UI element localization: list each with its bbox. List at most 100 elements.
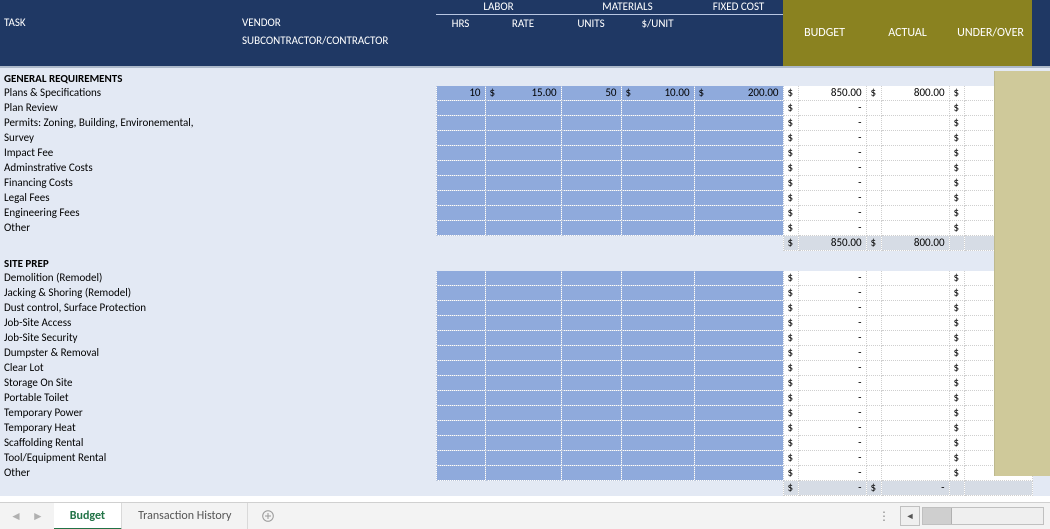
vendor-cell[interactable] bbox=[238, 436, 436, 451]
task-cell[interactable]: Storage On Site bbox=[0, 376, 238, 391]
units-cell[interactable] bbox=[561, 191, 621, 206]
hrs-cell[interactable] bbox=[436, 161, 485, 176]
rate-cell[interactable] bbox=[485, 191, 561, 206]
hrs-cell[interactable] bbox=[436, 101, 485, 116]
units-cell[interactable] bbox=[561, 146, 621, 161]
task-cell[interactable]: Permits: Zoning, Building, Environementa… bbox=[0, 116, 238, 131]
tab-transaction-history[interactable]: Transaction History bbox=[122, 503, 248, 529]
units-cell[interactable] bbox=[561, 421, 621, 436]
units-cell[interactable] bbox=[561, 331, 621, 346]
perunit-cell[interactable] bbox=[621, 206, 694, 221]
rate-cell[interactable] bbox=[485, 146, 561, 161]
units-cell[interactable] bbox=[561, 466, 621, 481]
vendor-cell[interactable] bbox=[238, 176, 436, 191]
units-cell[interactable] bbox=[561, 101, 621, 116]
rate-cell[interactable] bbox=[485, 421, 561, 436]
task-cell[interactable]: Demolition (Remodel) bbox=[0, 271, 238, 286]
rate-cell[interactable] bbox=[485, 131, 561, 146]
units-cell[interactable] bbox=[561, 221, 621, 236]
units-cell[interactable] bbox=[561, 451, 621, 466]
fixed-cell[interactable] bbox=[694, 316, 783, 331]
fixed-cell[interactable] bbox=[694, 221, 783, 236]
task-cell[interactable]: Financing Costs bbox=[0, 176, 238, 191]
vendor-cell[interactable] bbox=[238, 146, 436, 161]
hrs-cell[interactable] bbox=[436, 116, 485, 131]
perunit-cell[interactable] bbox=[621, 286, 694, 301]
rate-cell[interactable] bbox=[485, 361, 561, 376]
perunit-cell[interactable] bbox=[621, 421, 694, 436]
hrs-cell[interactable] bbox=[436, 176, 485, 191]
hrs-cell[interactable] bbox=[436, 316, 485, 331]
hrs-cell[interactable] bbox=[436, 451, 485, 466]
fixed-cell[interactable] bbox=[694, 391, 783, 406]
rate-cell[interactable] bbox=[485, 391, 561, 406]
rate-cell[interactable] bbox=[485, 161, 561, 176]
units-cell[interactable] bbox=[561, 316, 621, 331]
fixed-cell[interactable] bbox=[694, 146, 783, 161]
task-cell[interactable]: Tool/Equipment Rental bbox=[0, 451, 238, 466]
fixed-cell[interactable] bbox=[694, 176, 783, 191]
task-cell[interactable]: Survey bbox=[0, 131, 238, 146]
tab-prev-icon[interactable]: ◄ bbox=[10, 509, 22, 524]
hrs-cell[interactable]: 10 bbox=[436, 86, 485, 101]
units-cell[interactable] bbox=[561, 376, 621, 391]
rate-cell[interactable] bbox=[485, 436, 561, 451]
vendor-cell[interactable] bbox=[238, 206, 436, 221]
perunit-cell[interactable] bbox=[621, 466, 694, 481]
hrs-cell[interactable] bbox=[436, 421, 485, 436]
hrs-cell[interactable] bbox=[436, 391, 485, 406]
rate-cell[interactable] bbox=[485, 206, 561, 221]
units-cell[interactable] bbox=[561, 206, 621, 221]
units-cell[interactable] bbox=[561, 286, 621, 301]
rate-cell[interactable] bbox=[485, 406, 561, 421]
rate-cell[interactable]: $15.00 bbox=[485, 86, 561, 101]
units-cell[interactable] bbox=[561, 271, 621, 286]
perunit-cell[interactable]: $10.00 bbox=[621, 86, 694, 101]
task-cell[interactable]: Plan Review bbox=[0, 101, 238, 116]
rate-cell[interactable] bbox=[485, 101, 561, 116]
rate-cell[interactable] bbox=[485, 301, 561, 316]
perunit-cell[interactable] bbox=[621, 116, 694, 131]
vendor-cell[interactable] bbox=[238, 161, 436, 176]
perunit-cell[interactable] bbox=[621, 161, 694, 176]
hrs-cell[interactable] bbox=[436, 286, 485, 301]
vendor-cell[interactable] bbox=[238, 131, 436, 146]
rate-cell[interactable] bbox=[485, 116, 561, 131]
perunit-cell[interactable] bbox=[621, 221, 694, 236]
task-cell[interactable]: Dumpster & Removal bbox=[0, 346, 238, 361]
fixed-cell[interactable] bbox=[694, 101, 783, 116]
scroll-track[interactable] bbox=[922, 507, 1044, 525]
task-cell[interactable]: Portable Toilet bbox=[0, 391, 238, 406]
fixed-cell[interactable] bbox=[694, 331, 783, 346]
perunit-cell[interactable] bbox=[621, 101, 694, 116]
units-cell[interactable] bbox=[561, 346, 621, 361]
rate-cell[interactable] bbox=[485, 376, 561, 391]
task-cell[interactable]: Job-Site Access bbox=[0, 316, 238, 331]
fixed-cell[interactable]: $200.00 bbox=[694, 86, 783, 101]
hrs-cell[interactable] bbox=[436, 271, 485, 286]
perunit-cell[interactable] bbox=[621, 346, 694, 361]
rate-cell[interactable] bbox=[485, 271, 561, 286]
units-cell[interactable] bbox=[561, 176, 621, 191]
fixed-cell[interactable] bbox=[694, 436, 783, 451]
units-cell[interactable] bbox=[561, 406, 621, 421]
task-cell[interactable]: Adminstrative Costs bbox=[0, 161, 238, 176]
perunit-cell[interactable] bbox=[621, 331, 694, 346]
task-cell[interactable]: Impact Fee bbox=[0, 146, 238, 161]
hrs-cell[interactable] bbox=[436, 436, 485, 451]
tab-next-icon[interactable]: ► bbox=[32, 509, 44, 524]
units-cell[interactable] bbox=[561, 161, 621, 176]
fixed-cell[interactable] bbox=[694, 421, 783, 436]
hrs-cell[interactable] bbox=[436, 376, 485, 391]
vendor-cell[interactable] bbox=[238, 286, 436, 301]
task-cell[interactable]: Other bbox=[0, 221, 238, 236]
task-cell[interactable]: Jacking & Shoring (Remodel) bbox=[0, 286, 238, 301]
hrs-cell[interactable] bbox=[436, 221, 485, 236]
vendor-cell[interactable] bbox=[238, 331, 436, 346]
horizontal-scrollbar[interactable]: ⋮ ◄ bbox=[872, 503, 1050, 529]
hrs-cell[interactable] bbox=[436, 146, 485, 161]
units-cell[interactable]: 50 bbox=[561, 86, 621, 101]
rate-cell[interactable] bbox=[485, 286, 561, 301]
fixed-cell[interactable] bbox=[694, 361, 783, 376]
perunit-cell[interactable] bbox=[621, 176, 694, 191]
